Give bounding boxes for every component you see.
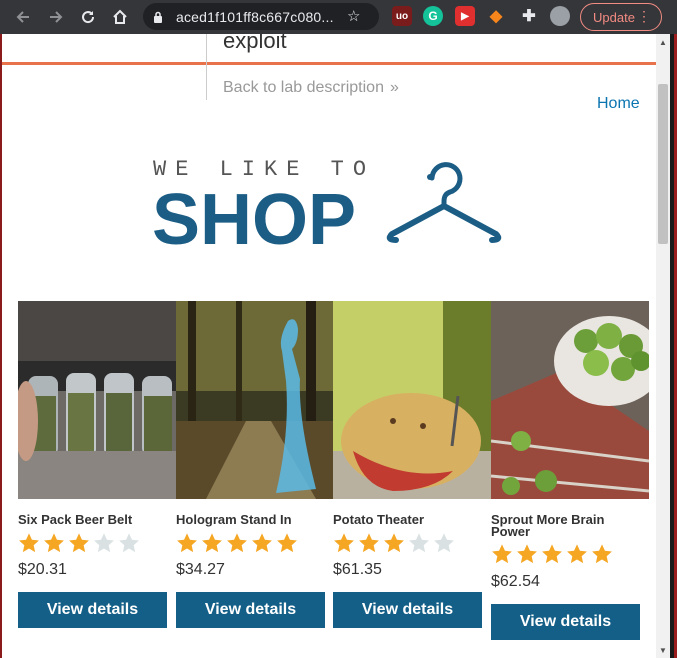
product-image[interactable]: [491, 301, 649, 499]
beer-belt-image: [18, 301, 176, 499]
grammarly-extension-icon[interactable]: G: [423, 6, 443, 26]
star-empty-icon: [409, 533, 429, 553]
product-rating: [18, 532, 140, 554]
browser-toolbar: aced1f101ff8c667c080... ☆ uo G ▶ ◆ ✚ Upd…: [0, 0, 677, 34]
star-filled-icon: [567, 544, 587, 564]
we-like-to-shop-logo: WE LIKE TO SHOP: [152, 157, 502, 248]
star-filled-icon: [19, 533, 39, 553]
scrollbar-thumb[interactable]: [658, 84, 668, 244]
star-filled-icon: [359, 533, 379, 553]
bookmark-star-icon[interactable]: ☆: [347, 7, 369, 29]
lab-title: exploit: [223, 34, 287, 53]
product-image[interactable]: [333, 301, 491, 499]
menu-dots-icon[interactable]: ⋮: [637, 8, 651, 24]
product-price: $34.27: [176, 561, 225, 578]
view-details-button[interactable]: View details: [176, 592, 325, 628]
potato-image: [333, 301, 491, 499]
back-to-lab-link[interactable]: Back to lab description »: [223, 79, 399, 97]
product-image[interactable]: [176, 301, 334, 499]
product-name: Sprout More Brain Power: [491, 512, 605, 539]
star-filled-icon: [252, 533, 272, 553]
product-image[interactable]: [18, 301, 176, 499]
page-scrollbar[interactable]: ▲ ▼: [656, 34, 670, 658]
reload-button[interactable]: [75, 4, 101, 30]
star-filled-icon: [384, 533, 404, 553]
product-name: Potato Theater: [333, 512, 425, 527]
lock-icon: [154, 11, 162, 23]
address-bar[interactable]: aced1f101ff8c667c080... ☆: [143, 3, 379, 30]
product-rating: [176, 532, 298, 554]
metamask-extension-icon[interactable]: ◆: [486, 6, 506, 26]
product-price: $62.54: [491, 573, 540, 590]
video-extension-icon[interactable]: ▶: [455, 6, 475, 26]
product-rating: [491, 543, 613, 565]
puzzle-extensions-icon[interactable]: ✚: [519, 6, 539, 26]
star-filled-icon: [69, 533, 89, 553]
view-details-button[interactable]: View details: [18, 592, 167, 628]
view-details-button[interactable]: View details: [491, 604, 640, 640]
star-filled-icon: [542, 544, 562, 564]
update-label: Update: [593, 9, 635, 25]
logo-tagline: WE LIKE TO: [153, 157, 375, 182]
star-filled-icon: [492, 544, 512, 564]
url-text: aced1f101ff8c667c080...: [176, 8, 334, 25]
star-filled-icon: [334, 533, 354, 553]
scroll-up-arrow-icon[interactable]: ▲: [659, 38, 667, 47]
hologram-image: [176, 301, 334, 499]
star-empty-icon: [94, 533, 114, 553]
home-button[interactable]: [107, 4, 133, 30]
product-price: $61.35: [333, 561, 382, 578]
star-filled-icon: [44, 533, 64, 553]
star-filled-icon: [517, 544, 537, 564]
window-edge: [0, 34, 2, 658]
product-name: Six Pack Beer Belt: [18, 512, 133, 527]
profile-avatar[interactable]: [550, 6, 570, 26]
sprouts-image: [491, 301, 649, 499]
hanger-icon: [386, 162, 502, 243]
update-button[interactable]: Update ⋮: [580, 3, 662, 31]
back-link-label: Back to lab description: [223, 79, 384, 96]
star-filled-icon: [592, 544, 612, 564]
scroll-down-arrow-icon[interactable]: ▼: [659, 646, 667, 655]
star-filled-icon: [227, 533, 247, 553]
hanger-hook-dot: [427, 174, 433, 180]
view-details-button[interactable]: View details: [333, 592, 482, 628]
star-filled-icon: [177, 533, 197, 553]
home-link[interactable]: Home: [597, 95, 640, 113]
forward-button[interactable]: [43, 4, 69, 30]
product-price: $20.31: [18, 561, 67, 578]
double-chevron-icon: »: [389, 79, 399, 96]
page-viewport: exploit Back to lab description » Home WE…: [0, 34, 677, 658]
home-icon: [113, 9, 127, 24]
arrow-left-icon: [16, 11, 29, 23]
header-vertical-divider: [206, 34, 207, 100]
back-button[interactable]: [10, 4, 36, 30]
arrow-right-icon: [50, 11, 63, 23]
reload-icon: [82, 11, 95, 24]
product-rating: [333, 532, 455, 554]
logo-word: SHOP: [152, 180, 356, 248]
star-filled-icon: [277, 533, 297, 553]
header-divider: [2, 62, 656, 65]
star-empty-icon: [119, 533, 139, 553]
star-empty-icon: [434, 533, 454, 553]
product-name: Hologram Stand In: [176, 512, 292, 527]
ublock-extension-icon[interactable]: uo: [392, 6, 412, 26]
star-filled-icon: [202, 533, 222, 553]
